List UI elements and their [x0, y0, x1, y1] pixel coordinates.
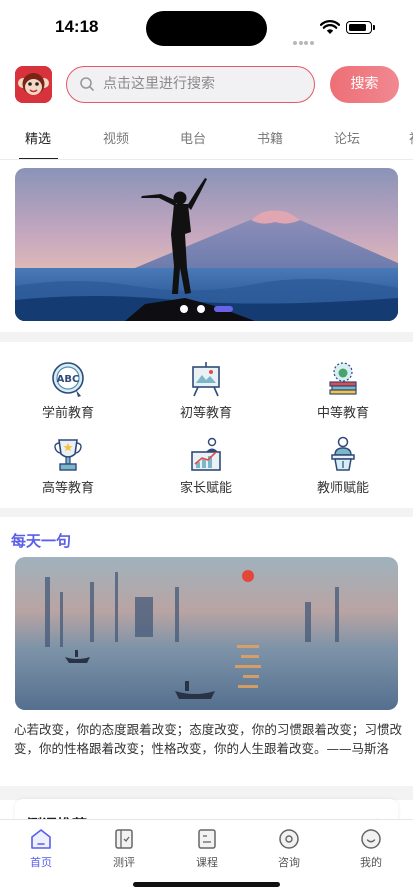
- tabbar-assessment[interactable]: 测评: [94, 827, 154, 870]
- tabbar-course[interactable]: 课程: [177, 827, 237, 870]
- category-tabs: 精选 视频 电台 书籍 论坛 视: [0, 118, 413, 160]
- category-label: 学前教育: [41, 406, 94, 421]
- tab-overflow[interactable]: 视: [409, 128, 413, 147]
- tab-books[interactable]: 书籍: [257, 128, 283, 147]
- category-label: 初等教育: [179, 406, 232, 421]
- tabbar-consult[interactable]: 咨询: [259, 827, 319, 870]
- category-primary[interactable]: 初等教育: [151, 359, 261, 421]
- category-preschool[interactable]: ABC 学前教育: [13, 359, 123, 421]
- growth-chart-icon: [186, 434, 226, 474]
- lectern-icon: [323, 434, 363, 474]
- banner-image: [15, 168, 398, 321]
- home-indicator[interactable]: [133, 882, 280, 887]
- tab-video[interactable]: 视频: [103, 128, 129, 147]
- easel-icon: [186, 359, 226, 399]
- tabbar-label: 咨询: [278, 856, 300, 869]
- tab-radio[interactable]: 电台: [180, 128, 206, 147]
- battery-icon: [346, 21, 375, 34]
- section-divider: [0, 332, 413, 342]
- category-secondary[interactable]: 中等教育: [288, 359, 398, 421]
- app-logo[interactable]: [15, 66, 52, 103]
- tab-featured[interactable]: 精选: [25, 128, 51, 147]
- dynamic-island: [146, 11, 267, 46]
- trophy-icon: [48, 434, 88, 474]
- carousel-dot[interactable]: [180, 305, 188, 313]
- consult-icon: [277, 827, 301, 851]
- daily-quote-text: 心若改变，你的态度跟着改变；态度改变，你的习惯跟着改变；习惯改变，你的性格跟着改…: [14, 722, 402, 756]
- category-label: 教师赋能: [316, 481, 369, 496]
- abc-badge-icon: ABC: [48, 359, 88, 399]
- carousel-dot-active[interactable]: [214, 306, 233, 312]
- category-parent[interactable]: 家长赋能: [151, 434, 261, 496]
- tabbar-label: 测评: [113, 856, 135, 869]
- books-apple-icon: [323, 359, 363, 399]
- section-divider: [0, 786, 413, 800]
- daily-quote-title: 每天一句: [11, 532, 72, 550]
- search-input[interactable]: [103, 67, 303, 101]
- tab-forum[interactable]: 论坛: [334, 128, 360, 147]
- signal-icon: [293, 30, 315, 45]
- status-time: 14:18: [55, 17, 99, 36]
- carousel-dot[interactable]: [197, 305, 205, 313]
- category-label: 中等教育: [316, 406, 369, 421]
- profile-icon: [359, 827, 383, 851]
- section-divider: [0, 508, 413, 517]
- search-box[interactable]: [66, 66, 315, 103]
- category-higher[interactable]: 高等教育: [13, 434, 123, 496]
- svg-text:ABC: ABC: [57, 374, 80, 385]
- category-teacher[interactable]: 教师赋能: [288, 434, 398, 496]
- status-bar: 14:18: [0, 0, 413, 56]
- category-label: 高等教育: [41, 481, 94, 496]
- tabbar-profile[interactable]: 我的: [341, 827, 401, 870]
- assessment-icon: [112, 827, 136, 851]
- wifi-icon: [320, 20, 340, 34]
- home-icon: [29, 827, 53, 851]
- search-icon: [80, 77, 94, 91]
- tabbar-home[interactable]: 首页: [11, 827, 71, 870]
- daily-quote-image[interactable]: [15, 557, 398, 710]
- category-label: 家长赋能: [179, 481, 232, 496]
- tabbar-label: 我的: [360, 856, 382, 869]
- tabbar-label: 课程: [196, 856, 218, 869]
- course-icon: [195, 827, 219, 851]
- banner-carousel[interactable]: [15, 168, 398, 321]
- tabbar-label: 首页: [30, 856, 52, 869]
- search-button[interactable]: 搜索: [330, 66, 399, 103]
- active-tab-indicator: [19, 158, 58, 159]
